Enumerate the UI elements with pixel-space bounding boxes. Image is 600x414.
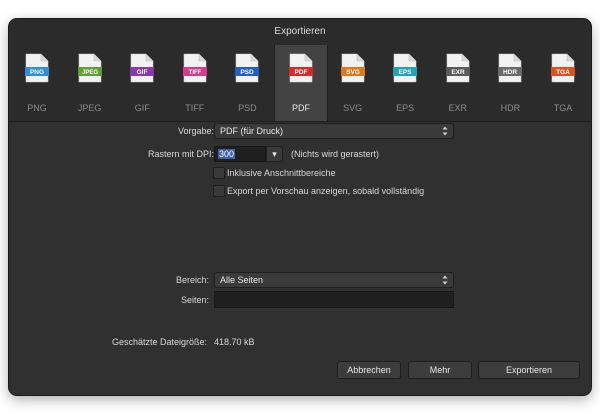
format-badge-text: TGA <box>556 69 570 76</box>
gif-file-icon: GIF <box>130 53 155 83</box>
format-label: HDR <box>500 103 521 113</box>
format-badge-text: HDR <box>503 69 517 76</box>
pages-label: Seiten: <box>180 295 209 305</box>
format-tab-psd[interactable]: PSD PSD <box>221 45 273 121</box>
pdf-file-icon: PDF <box>289 53 313 83</box>
format-badge-text: GIF <box>137 69 148 76</box>
preview-label: Export per Vorschau anzeigen, sobald vol… <box>227 186 425 196</box>
format-tab-exr[interactable]: EXR EXR <box>432 45 484 121</box>
format-tab-svg[interactable]: SVG SVG <box>327 45 379 121</box>
format-tab-png[interactable]: PNG PNG <box>11 45 63 121</box>
format-tab-pdf[interactable]: PDF PDF <box>274 45 328 121</box>
bleed-label: Inklusive Anschnittbereiche <box>227 168 336 178</box>
svg-file-icon: SVG <box>340 53 365 83</box>
format-label: PSD <box>238 103 257 113</box>
raster-note: (Nichts wird gerastert) <box>291 149 380 159</box>
format-label: EPS <box>396 103 415 113</box>
preset-value: PDF (für Druck) <box>220 126 283 136</box>
format-badge-text: EPS <box>399 69 413 76</box>
raster-dpi-value: 300 <box>218 149 236 159</box>
format-badge-text: TIFF <box>188 70 201 76</box>
format-tab-hdr[interactable]: HDR HDR <box>484 45 536 121</box>
format-tab-tiff[interactable]: TIFF TIFF <box>169 45 221 121</box>
psd-file-icon: PSD <box>235 53 260 83</box>
pages-input[interactable] <box>214 291 454 308</box>
hdr-file-icon: HDR <box>498 53 523 83</box>
format-label: TGA <box>553 103 573 113</box>
cancel-button[interactable]: Abbrechen <box>337 361 401 379</box>
more-button[interactable]: Mehr <box>408 361 472 379</box>
format-tab-eps[interactable]: EPS EPS <box>379 45 431 121</box>
tga-file-icon: TGA <box>551 53 575 83</box>
raster-dpi-label: Rastern mit DPI: <box>147 149 214 159</box>
format-label: PNG <box>27 103 47 113</box>
jpeg-file-icon: JPEG <box>77 53 102 83</box>
filesize-label: Geschätzte Dateigröße: <box>111 337 207 347</box>
preset-select[interactable]: PDF (für Druck) <box>214 123 454 139</box>
format-badge-text: PNG <box>30 69 44 76</box>
updown-arrows-icon <box>442 126 448 136</box>
format-label: GIF <box>134 103 150 113</box>
format-label: JPEG <box>77 103 102 113</box>
format-tab-tga[interactable]: TGA TGA <box>537 45 589 121</box>
format-toolbar: PNG PNG JPEG JPEG GIF GIF TIFF TIFF PSD PSD PDF PDF… <box>9 45 591 122</box>
format-badge-text: SVG <box>346 69 360 76</box>
chevron-down-icon: ▾ <box>272 149 277 159</box>
format-tab-gif[interactable]: GIF GIF <box>116 45 168 121</box>
raster-dpi-dropdown-button[interactable]: ▾ <box>266 146 283 162</box>
format-label: PDF <box>292 103 310 113</box>
range-label: Bereich: <box>175 275 209 285</box>
eps-file-icon: EPS <box>393 53 418 83</box>
export-dialog: Exportieren PNG PNG JPEG JPEG GIF GIF TIFF TIFF… <box>9 19 591 395</box>
format-badge-text: EXR <box>451 69 465 76</box>
format-badge-text: JPEG <box>82 70 98 76</box>
range-value: Alle Seiten <box>220 275 264 285</box>
format-badge-text: PSD <box>241 69 255 76</box>
format-tab-jpeg[interactable]: JPEG JPEG <box>64 45 116 121</box>
raster-dpi-input[interactable]: 300 <box>214 146 266 162</box>
export-button[interactable]: Exportieren <box>478 361 580 379</box>
png-file-icon: PNG <box>25 53 49 83</box>
bleed-checkbox[interactable] <box>213 167 225 179</box>
exr-file-icon: EXR <box>445 53 470 83</box>
tiff-file-icon: TIFF <box>182 53 207 83</box>
format-label: SVG <box>343 103 363 113</box>
filesize-value: 418.70 kB <box>214 337 255 347</box>
updown-arrows-icon <box>442 275 448 285</box>
preset-label: Vorgabe: <box>177 126 214 136</box>
range-select[interactable]: Alle Seiten <box>214 272 454 288</box>
preview-checkbox[interactable] <box>213 185 225 197</box>
format-label: TIFF <box>185 103 205 113</box>
format-label: EXR <box>448 103 468 113</box>
format-badge-text: PDF <box>295 69 308 76</box>
dialog-title: Exportieren <box>9 19 591 45</box>
